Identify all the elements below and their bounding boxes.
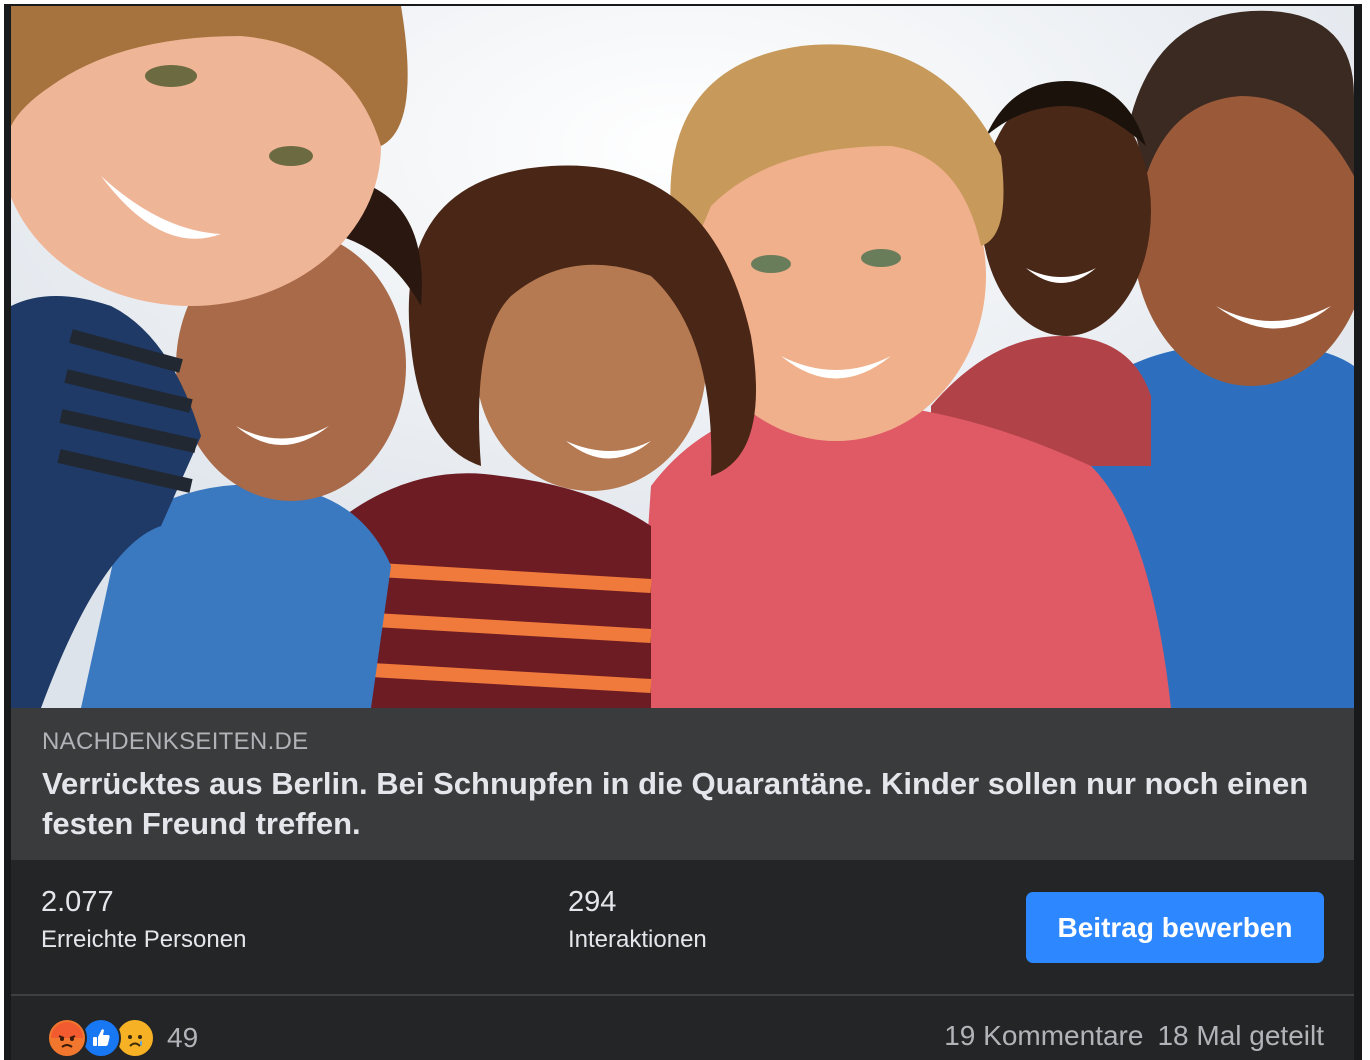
post-image[interactable] bbox=[11, 6, 1354, 708]
reach-stat[interactable]: 2.077 Erreichte Personen bbox=[41, 884, 246, 958]
post-frame: NACHDENKSEITEN.DE Verrücktes aus Berlin.… bbox=[4, 4, 1362, 1060]
engagement-stat[interactable]: 294 Interaktionen bbox=[568, 884, 707, 958]
reach-label: Erreichte Personen bbox=[41, 926, 247, 953]
reactions-summary[interactable]: 49 bbox=[47, 1018, 198, 1058]
link-domain: NACHDENKSEITEN.DE bbox=[42, 728, 309, 755]
engagement-value: 294 bbox=[568, 886, 617, 918]
engagement-label: Interaktionen bbox=[568, 926, 707, 953]
like-icon bbox=[81, 1018, 121, 1058]
shares-link[interactable]: 18 Mal geteilt bbox=[1157, 1020, 1324, 1052]
reach-value: 2.077 bbox=[41, 886, 114, 918]
angry-icon bbox=[47, 1018, 87, 1058]
comments-link[interactable]: 19 Kommentare bbox=[944, 1020, 1143, 1052]
post-insights: 2.077 Erreichte Personen 294 Interaktion… bbox=[11, 860, 1354, 994]
post-card: NACHDENKSEITEN.DE Verrücktes aus Berlin.… bbox=[11, 6, 1354, 1060]
boost-post-button[interactable]: Beitrag bewerben bbox=[1026, 892, 1324, 963]
reaction-count[interactable]: 49 bbox=[167, 1022, 198, 1054]
link-preview[interactable]: NACHDENKSEITEN.DE Verrücktes aus Berlin.… bbox=[11, 708, 1354, 860]
sad-icon bbox=[115, 1018, 155, 1058]
link-title[interactable]: Verrücktes aus Berlin. Bei Schnupfen in … bbox=[42, 764, 1312, 844]
post-footer: 49 19 Kommentare 18 Mal geteilt bbox=[11, 996, 1354, 1060]
engagement-links: 19 Kommentare 18 Mal geteilt bbox=[944, 1020, 1324, 1052]
children-illustration bbox=[11, 6, 1354, 708]
